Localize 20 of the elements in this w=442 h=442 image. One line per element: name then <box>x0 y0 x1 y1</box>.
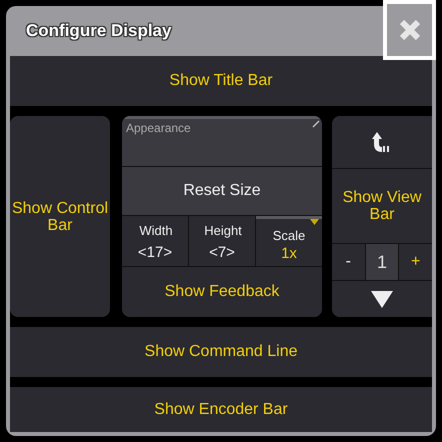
field-label: Height <box>203 222 242 238</box>
field-value: <7> <box>209 244 235 261</box>
arrow-up-button[interactable] <box>332 116 432 169</box>
corner-icon <box>312 120 320 128</box>
close-button[interactable] <box>383 0 436 60</box>
appearance-label: Appearance <box>126 121 191 135</box>
display-toggle-button[interactable]: Show Encoder Bar <box>10 387 432 432</box>
window-title: Configure Display <box>26 21 172 41</box>
reset-size-button[interactable]: Reset Size <box>122 166 322 215</box>
count-value: 1 <box>366 244 400 280</box>
title-bar-toggle-button[interactable]: Show Title Bar <box>10 56 432 106</box>
field-label: Width <box>138 222 173 238</box>
field-value: <17> <box>138 244 172 261</box>
down-triangle-icon <box>371 290 393 308</box>
dropdown-caret-icon <box>310 219 319 225</box>
field-label: Scale <box>272 226 306 242</box>
field-value: 1x <box>281 244 297 262</box>
control-bar-toggle-button[interactable]: Show Control Bar <box>10 116 110 317</box>
display-toggle-button[interactable]: Show Command Line <box>10 327 432 377</box>
close-icon <box>398 19 420 41</box>
